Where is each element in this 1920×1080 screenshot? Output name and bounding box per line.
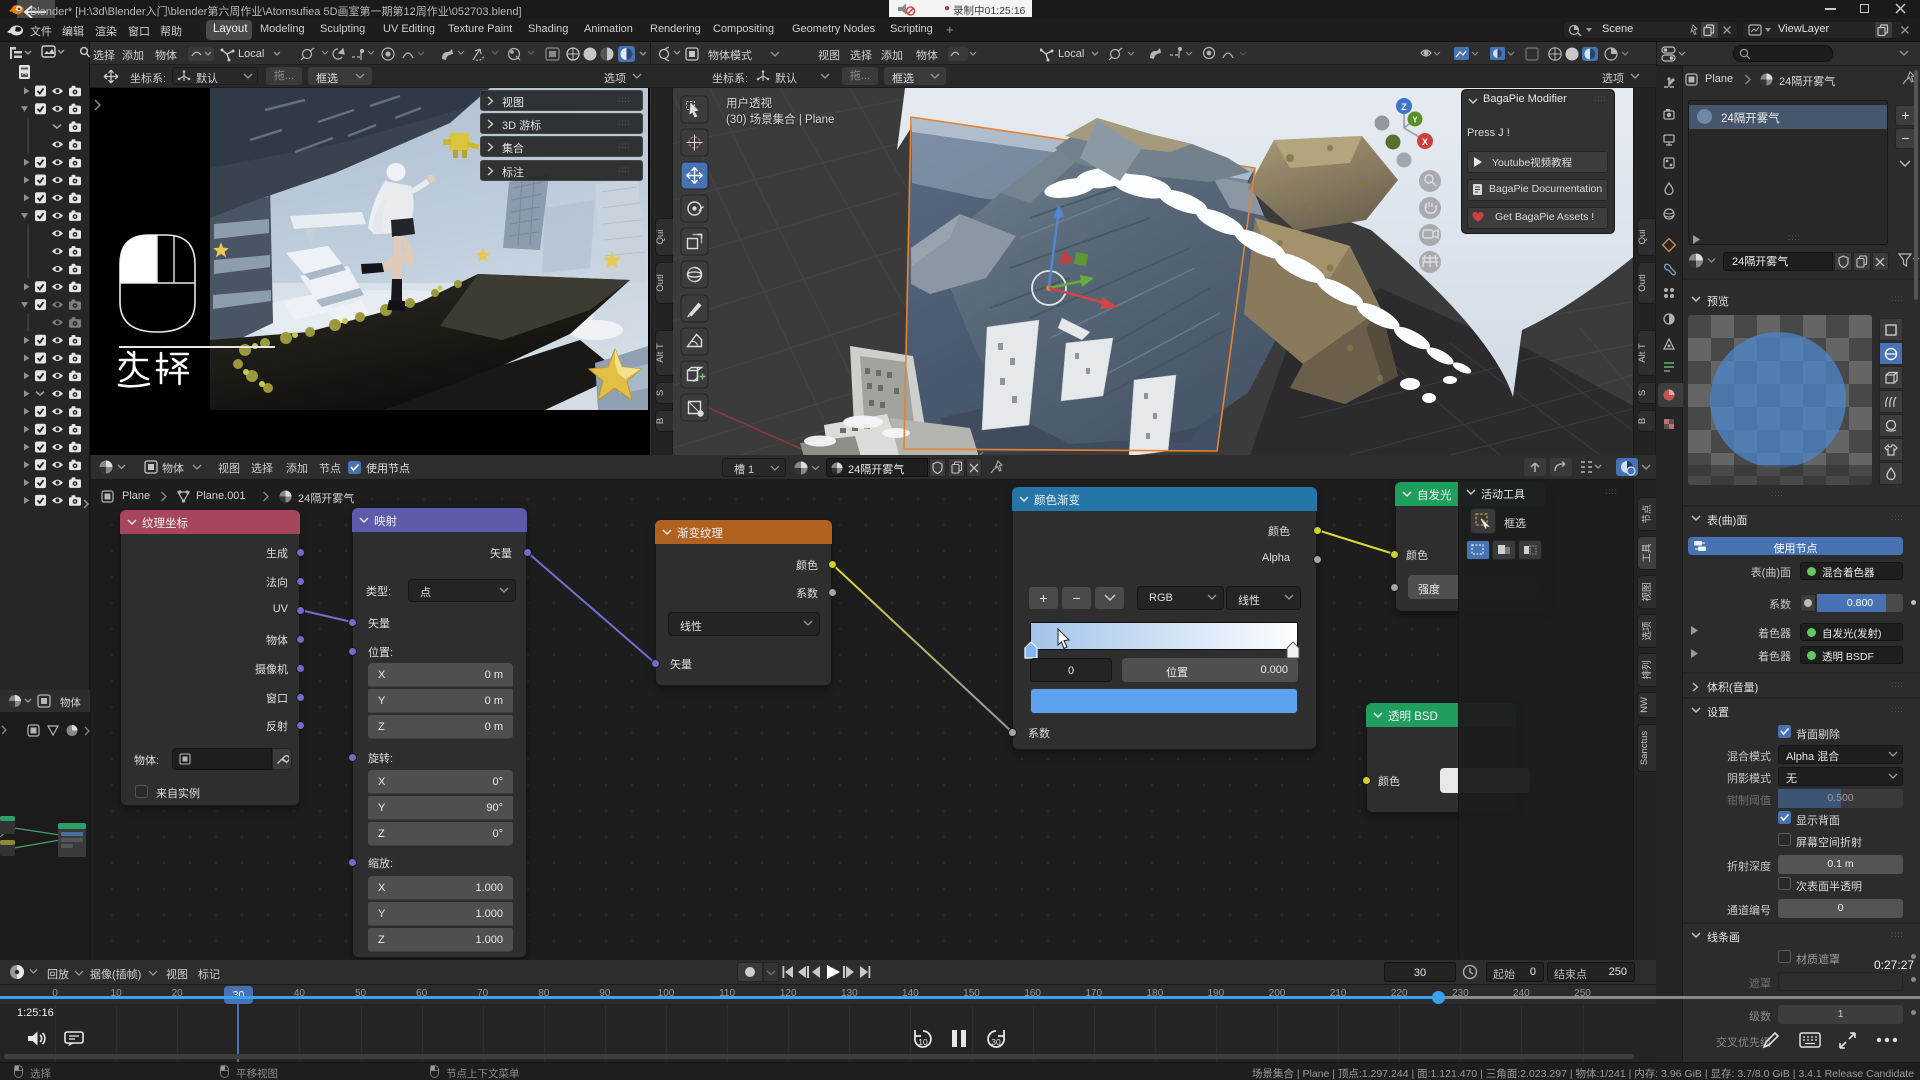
svg-text:30: 30 bbox=[991, 1037, 1001, 1047]
svg-text:Y: Y bbox=[1412, 116, 1418, 125]
svg-text:X: X bbox=[1422, 137, 1428, 147]
svg-text:10: 10 bbox=[918, 1037, 928, 1047]
svg-text:Local: Local bbox=[238, 48, 264, 60]
svg-text:Z: Z bbox=[1401, 102, 1407, 112]
svg-text:Local: Local bbox=[1058, 48, 1084, 60]
